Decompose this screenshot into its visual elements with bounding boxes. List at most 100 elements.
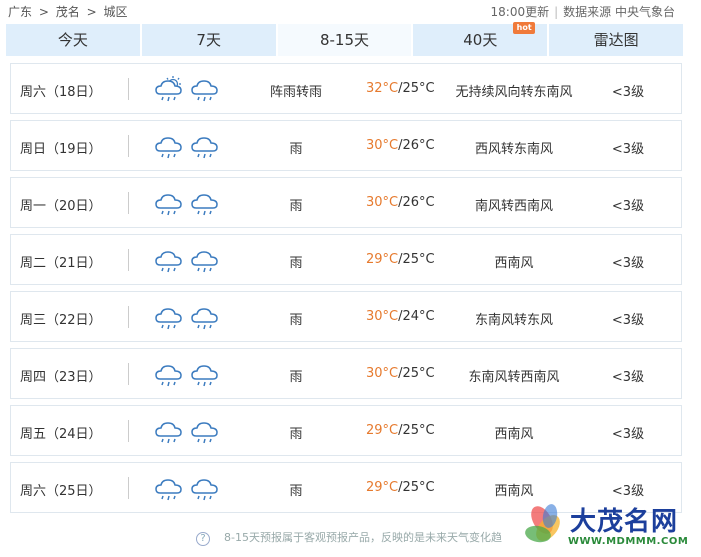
temp-high: 29°C bbox=[366, 252, 399, 267]
tab-today[interactable]: 今天 bbox=[6, 24, 142, 56]
temp-high: 30°C bbox=[366, 366, 399, 381]
divider bbox=[128, 249, 129, 271]
weather-description: 雨 bbox=[289, 484, 303, 499]
weather-icons bbox=[154, 245, 224, 275]
breadcrumb-separator: > bbox=[86, 5, 97, 19]
weather-description: 阵雨转雨 bbox=[269, 85, 322, 100]
forecast-row: 周五（24日） 雨 29°C/25°C 西南风 <3级 bbox=[10, 405, 682, 456]
source-label: 数据来源 中央气象台 bbox=[563, 5, 675, 19]
hot-badge: hot bbox=[513, 22, 536, 34]
temp-high: 30°C bbox=[366, 309, 399, 324]
forecast-day: 周六（18日） bbox=[20, 85, 102, 100]
divider bbox=[128, 363, 129, 385]
weather-description: 雨 bbox=[289, 370, 303, 385]
forecast-day: 周五（24日） bbox=[20, 427, 102, 442]
forecast-day: 周二（21日） bbox=[20, 256, 102, 271]
weather-icons bbox=[154, 188, 224, 218]
wind-level: <3级 bbox=[611, 142, 645, 157]
temperature: 32°C/25°C bbox=[366, 81, 435, 96]
site-watermark: 大茂名网 WWW.MDMMM.COM bbox=[518, 498, 701, 557]
weather-icons bbox=[154, 74, 224, 104]
temperature: 30°C/25°C bbox=[366, 366, 435, 381]
weather-description: 雨 bbox=[289, 142, 303, 157]
temp-high: 29°C bbox=[366, 480, 399, 495]
tab-8-15-days[interactable]: 8-15天 bbox=[277, 24, 414, 56]
logo-icon bbox=[525, 504, 560, 543]
temp-low: /25°C bbox=[398, 366, 435, 381]
temp-low: /25°C bbox=[398, 81, 435, 96]
forecast-row: 周二（21日） 雨 29°C/25°C 西南风 <3级 bbox=[10, 234, 682, 285]
divider bbox=[128, 477, 129, 499]
temperature: 29°C/25°C bbox=[366, 252, 435, 267]
wind-level: <3级 bbox=[611, 256, 645, 271]
forecast-day: 周四（23日） bbox=[20, 370, 102, 385]
weather-description: 雨 bbox=[289, 199, 303, 214]
weather-description: 雨 bbox=[289, 256, 303, 271]
wind-direction: 无持续风向转东南风 bbox=[455, 85, 573, 100]
temperature: 29°C/25°C bbox=[366, 480, 435, 495]
wind-direction: 西南风 bbox=[494, 484, 534, 499]
forecast-day: 周三（22日） bbox=[20, 313, 102, 328]
forecast-tabs: 今天 7天 8-15天 40天 hot 雷达图 bbox=[6, 22, 683, 56]
wind-direction: 东南风转东风 bbox=[474, 313, 553, 328]
temp-low: /26°C bbox=[398, 138, 435, 153]
divider bbox=[128, 420, 129, 442]
wind-level: <3级 bbox=[611, 427, 645, 442]
top-bar: 广东 > 茂名 > 城区 18:00更新 | 数据来源 中央气象台 bbox=[0, 0, 701, 22]
temp-low: /24°C bbox=[398, 309, 435, 324]
divider bbox=[128, 192, 129, 214]
wind-direction: 西南风 bbox=[494, 427, 534, 442]
breadcrumb-separator: > bbox=[38, 5, 49, 19]
breadcrumb-district[interactable]: 城区 bbox=[103, 5, 127, 19]
forecast-row: 周日（19日） 雨 30°C/26°C 西风转东南风 <3级 bbox=[10, 120, 682, 171]
forecast-day: 周日（19日） bbox=[20, 142, 102, 157]
wind-level: <3级 bbox=[611, 484, 645, 499]
update-time: 18:00更新 bbox=[490, 5, 550, 19]
temp-low: /26°C bbox=[398, 195, 435, 210]
forecast-row: 周四（23日） 雨 30°C/25°C 东南风转西南风 <3级 bbox=[10, 348, 682, 399]
temp-low: /25°C bbox=[398, 480, 435, 495]
watermark-title: 大茂名网 bbox=[570, 507, 679, 537]
forecast-day: 周一（20日） bbox=[20, 199, 102, 214]
wind-level: <3级 bbox=[611, 85, 645, 100]
footer-note: ? 8-15天预报属于客观预报产品，反映的是未来天气变化趋 bbox=[196, 529, 502, 546]
data-source: 18:00更新 | 数据来源 中央气象台 bbox=[490, 5, 675, 19]
breadcrumb-province[interactable]: 广东 bbox=[8, 5, 32, 19]
forecast-row: 周三（22日） 雨 30°C/24°C 东南风转东风 <3级 bbox=[10, 291, 682, 342]
watermark-url: WWW.MDMMM.COM bbox=[568, 536, 689, 547]
divider bbox=[128, 306, 129, 328]
weather-icons bbox=[154, 359, 224, 389]
wind-direction: 东南风转西南风 bbox=[468, 370, 560, 385]
tab-radar[interactable]: 雷达图 bbox=[549, 24, 683, 56]
temp-low: /25°C bbox=[398, 252, 435, 267]
weather-icons bbox=[154, 473, 224, 503]
temperature: 30°C/24°C bbox=[366, 309, 435, 324]
forecast-row: 周六（18日） 阵雨转雨 32°C/25°C 无持续风向转东南风 <3级 bbox=[10, 63, 682, 114]
forecast-row: 周一（20日） 雨 30°C/26°C 南风转西南风 <3级 bbox=[10, 177, 682, 228]
tab-40-days[interactable]: 40天 hot bbox=[413, 22, 550, 56]
weather-icons bbox=[154, 302, 224, 332]
temp-high: 29°C bbox=[366, 423, 399, 438]
breadcrumb-city[interactable]: 茂名 bbox=[56, 5, 80, 19]
forecast-day: 周六（25日） bbox=[20, 484, 102, 499]
breadcrumb: 广东 > 茂名 > 城区 bbox=[8, 3, 130, 20]
wind-level: <3级 bbox=[611, 370, 645, 385]
help-icon[interactable]: ? bbox=[196, 532, 210, 546]
tab-label: 40天 bbox=[463, 31, 498, 49]
weather-icons bbox=[154, 131, 224, 161]
weather-icons bbox=[154, 416, 224, 446]
temperature: 30°C/26°C bbox=[366, 195, 435, 210]
wind-level: <3级 bbox=[611, 199, 645, 214]
tab-7-days[interactable]: 7天 bbox=[141, 24, 278, 56]
weather-description: 雨 bbox=[289, 313, 303, 328]
wind-direction: 西风转东南风 bbox=[474, 142, 553, 157]
temperature: 29°C/25°C bbox=[366, 423, 435, 438]
temp-high: 30°C bbox=[366, 195, 399, 210]
temp-low: /25°C bbox=[398, 423, 435, 438]
forecast-list: 周六（18日） 阵雨转雨 32°C/25°C 无持续风向转东南风 <3级 周日（19日）雨… bbox=[10, 63, 682, 519]
weather-description: 雨 bbox=[289, 427, 303, 442]
temperature: 30°C/26°C bbox=[366, 138, 435, 153]
temp-high: 30°C bbox=[366, 138, 399, 153]
divider bbox=[128, 78, 129, 100]
footer-note-text: 8-15天预报属于客观预报产品，反映的是未来天气变化趋 bbox=[224, 531, 502, 544]
